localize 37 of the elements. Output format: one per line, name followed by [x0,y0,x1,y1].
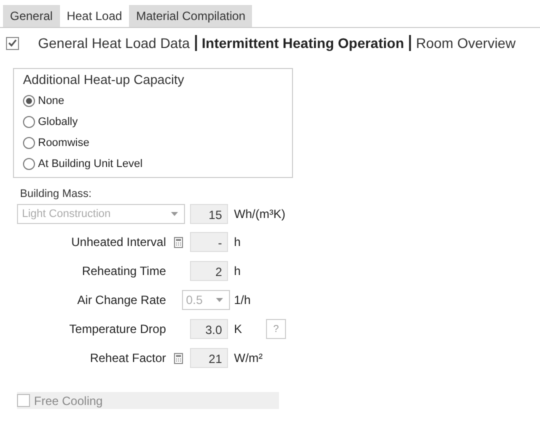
radio-label[interactable]: At Building Unit Level [38,158,143,170]
section-link[interactable]: Intermittent Heating Operation [196,35,409,51]
unit-label: h [234,235,241,249]
radio-label[interactable]: None [38,94,64,106]
value-field[interactable]: 3.0 [190,319,228,339]
value-field[interactable]: 2 [190,261,228,281]
caret-icon [216,298,223,302]
radio-button[interactable] [23,136,35,148]
calculator-icon[interactable] [174,236,182,248]
radio-button[interactable] [23,94,35,106]
field-label: Reheat Factor [88,351,166,365]
radio-button[interactable] [23,158,35,170]
calculator-icon[interactable] [174,352,182,364]
value-field[interactable]: 21 [190,348,228,368]
radio-label[interactable]: Roomwise [38,136,90,148]
radio-button[interactable] [23,116,35,128]
radio-label[interactable]: Globally [38,116,78,128]
checkbox[interactable] [17,394,30,407]
tab[interactable]: Material Compilation [129,5,252,27]
section-link[interactable]: General Heat Load Data [33,35,195,51]
value-field[interactable]: 15 [190,204,228,224]
unit-label: W/m² [234,351,263,365]
field-label: Reheating Time [80,264,166,278]
field-label: Building Mass: [20,188,93,200]
unit-label: h [234,264,241,278]
unit-label: K [234,322,242,336]
field-label: Air Change Rate [76,293,166,307]
value-field[interactable]: - [190,232,228,252]
section-link[interactable]: Room Overview [411,35,521,51]
unit-label: 1/h [234,293,251,307]
checkbox[interactable] [6,36,19,50]
caret-icon [171,212,178,216]
field-label: Unheated Interval [70,235,166,249]
unit-label: Wh/(m³K) [234,207,286,221]
field-label: Temperature Drop [68,322,166,336]
group-title: Additional Heat-up Capacity [23,72,186,87]
tab[interactable]: General [3,5,60,27]
